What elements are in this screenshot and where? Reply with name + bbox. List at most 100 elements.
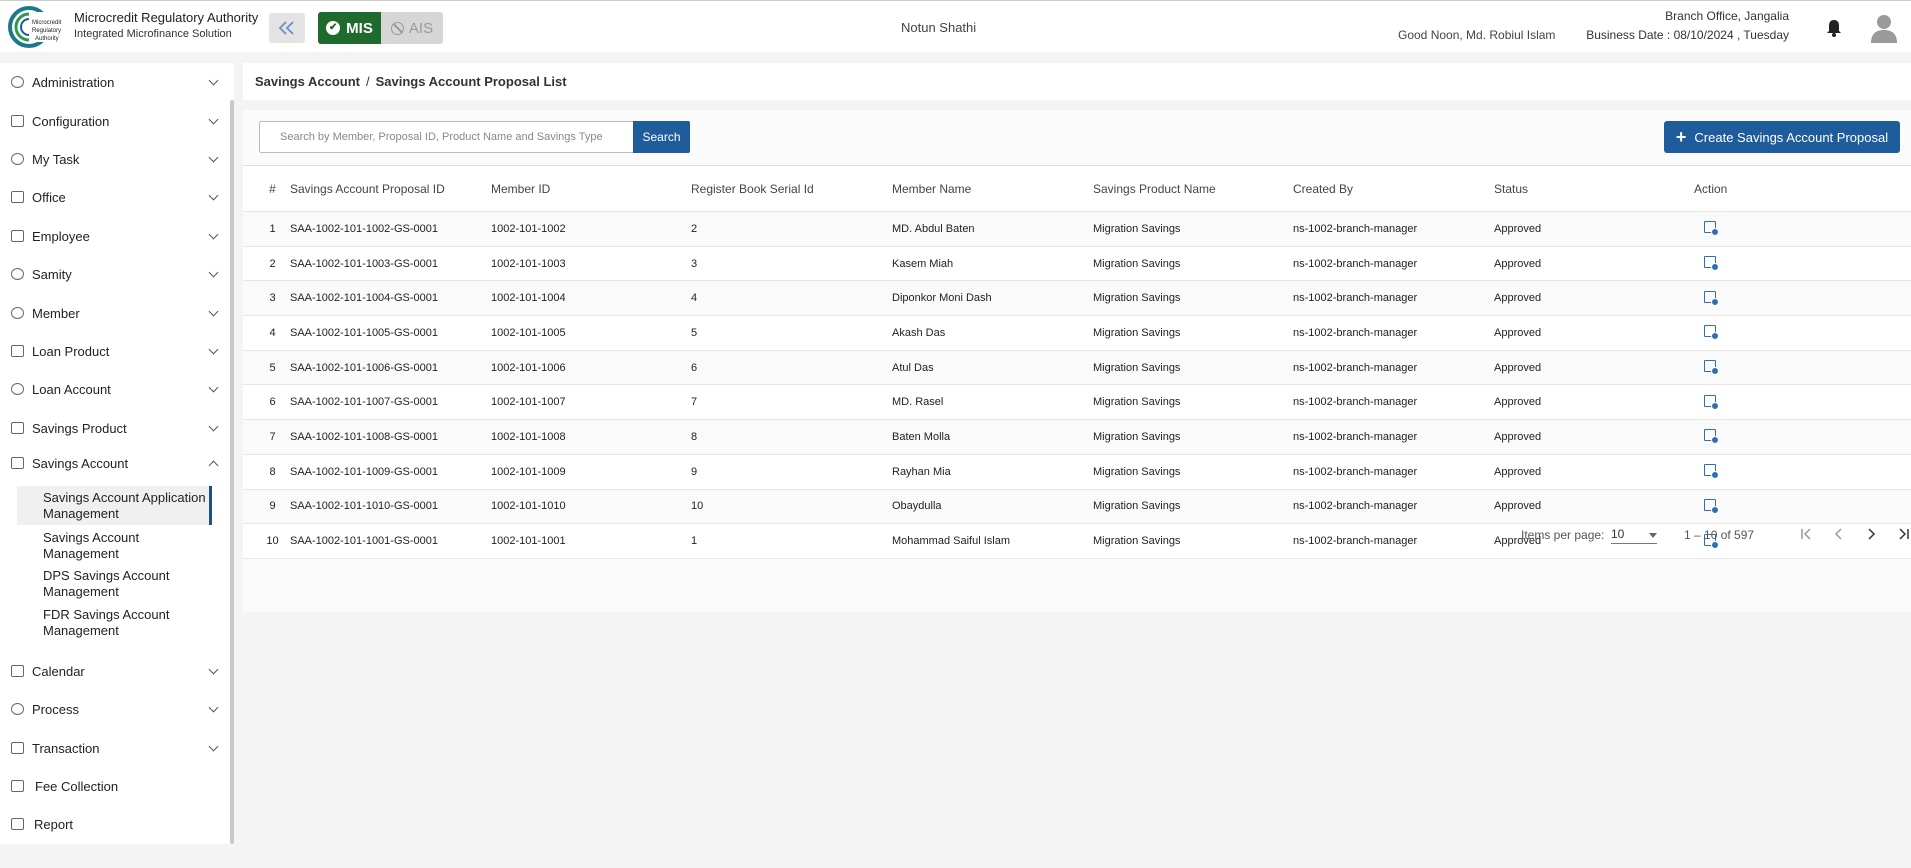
svg-text:Microcredit: Microcredit [32,20,62,26]
view-details-icon[interactable] [1704,256,1719,272]
collapse-sidebar-button[interactable] [269,13,305,43]
mode-toggle: ✔ MIS AIS [318,12,443,44]
view-details-icon[interactable] [1704,290,1719,306]
action-cell [1694,256,1794,272]
sidebar-item-label: Administration [32,74,115,90]
sidebar-item-loan-product[interactable]: Loan Product [0,336,228,366]
member-id-cell: 1002-101-1003 [491,257,566,270]
action-cell [1694,360,1794,376]
table-row: 5 SAA-1002-101-1006-GS-0001 1002-101-1006 6… [243,350,1911,386]
product-name-cell: Migration Savings [1093,326,1181,339]
next-page-button[interactable] [1859,522,1883,546]
table-row: 7 SAA-1002-101-1008-GS-0001 1002-101-1008 8… [243,420,1911,455]
view-details-icon[interactable] [1704,325,1719,341]
table-row: 6 SAA-1002-101-1007-GS-0001 1002-101-1007 7… [243,385,1911,421]
created-by-cell: ns-1002-branch-manager [1293,361,1418,374]
sidebar-item-transaction[interactable]: Transaction [0,733,228,763]
chevron-down-icon [208,741,219,751]
search-input[interactable]: Search by Member, Proposal ID, Product N… [259,121,634,153]
search-button[interactable]: Search [633,121,690,153]
mode-mis-button[interactable]: ✔ MIS [318,12,381,44]
breadcrumb-parent[interactable]: Savings Account [255,74,360,89]
created-by-cell: ns-1002-branch-manager [1293,465,1418,478]
chevron-down-icon [208,267,219,277]
member-name-cell: MD. Rasel [892,396,944,409]
first-page-button[interactable] [1795,522,1819,546]
group-icon [11,268,24,280]
sidebar-item-report[interactable]: Report [0,809,228,839]
sidebar-item-fee-collection[interactable]: Fee Collection [0,771,228,801]
org-name: Microcredit Regulatory Authority [74,10,259,25]
caret-down-icon [1649,533,1657,538]
sidebar-sub-item-fdr-management[interactable]: FDR Savings Account Management [17,605,212,639]
member-id-cell: 1002-101-1004 [491,292,566,305]
sidebar-item-member[interactable]: Member [0,298,228,328]
last-page-button[interactable] [1891,522,1911,546]
action-cell [1694,290,1794,306]
building-icon [11,191,24,203]
branch-office: Branch Office, Jangalia [1665,9,1789,23]
register-serial-cell: 7 [691,396,698,409]
sidebar-item-administration[interactable]: Administration [0,67,228,97]
user-avatar-icon[interactable] [1870,13,1898,43]
page-size-select[interactable]: 10 [1611,524,1657,544]
sidebar-item-employee[interactable]: Employee [0,221,228,251]
product-name-cell: Migration Savings [1093,222,1181,235]
view-details-icon[interactable] [1704,464,1719,480]
sidebar-item-label: Samity [32,266,72,282]
sidebar-item-samity[interactable]: Samity [0,259,228,289]
sidebar-item-label: My Task [32,151,80,167]
sidebar-sub-item-account-management[interactable]: Savings Account Management [17,528,212,562]
table-row: 1 SAA-1002-101-1002-GS-0001 1002-101-1002 2… [243,212,1911,247]
ban-icon [390,21,404,35]
sidebar-item-configuration[interactable]: Configuration [0,106,228,136]
chevron-down-icon [208,702,219,712]
sidebar-scrollbar[interactable] [230,100,234,844]
sidebar-item-savings-account[interactable]: Savings Account [0,448,228,478]
chevron-down-icon [208,114,219,124]
product-name-cell: Migration Savings [1093,430,1181,443]
status-cell: Approved [1494,465,1542,478]
mra-logo-icon: Microcredit Regulatory Authority [8,6,68,48]
chevron-down-icon [208,306,219,316]
sidebar-item-label: Fee Collection [35,778,119,794]
column-header: Member Name [892,181,972,196]
create-proposal-label: Create Savings Account Proposal [1694,129,1889,145]
sidebar-item-process[interactable]: Process [0,694,228,724]
view-details-icon[interactable] [1704,429,1719,445]
sidebar-item-loan-account[interactable]: Loan Account [0,374,228,404]
app-center-name: Notun Shathi [901,20,977,35]
view-details-icon[interactable] [1704,221,1719,237]
create-proposal-button[interactable]: + Create Savings Account Proposal [1664,121,1900,153]
product-name-cell: Migration Savings [1093,361,1181,374]
account-icon [11,383,24,395]
main-panel: Search by Member, Proposal ID, Product N… [243,110,1911,612]
sidebar-sub-item-application-management[interactable]: Savings Account Application Management [17,486,212,525]
table-row: 8 SAA-1002-101-1009-GS-0001 1002-101-1009 9… [243,455,1911,490]
row-index-cell: 3 [269,292,276,305]
sidebar-item-my-task[interactable]: My Task [0,144,228,174]
view-details-icon[interactable] [1704,394,1719,410]
sidebar-item-label: Loan Account [32,381,111,397]
top-header: Microcredit Regulatory Authority Microcr… [0,0,1911,52]
member-id-cell: 1002-101-1008 [491,430,566,443]
mode-ais-button[interactable]: AIS [381,12,443,44]
sidebar-item-savings-product[interactable]: Savings Product [0,413,228,443]
svg-text:Authority: Authority [35,36,59,42]
register-serial-cell: 5 [691,326,698,339]
employee-icon [11,230,24,242]
sidebar-item-office[interactable]: Office [0,182,228,212]
first-page-icon [1801,528,1811,540]
prev-page-button[interactable] [1827,522,1851,546]
sidebar-sub-item-dps-management[interactable]: DPS Savings Account Management [17,566,212,600]
user-greeting: Good Noon, Md. Robiul Islam [1398,28,1556,42]
chevron-down-icon [208,664,219,674]
notification-bell-icon[interactable] [1826,19,1842,37]
sidebar-item-calendar[interactable]: Calendar [0,656,228,686]
proposal-id-cell: SAA-1002-101-1005-GS-0001 [290,326,438,339]
created-by-cell: ns-1002-branch-manager [1293,396,1418,409]
business-date: Business Date : 08/10/2024 , Tuesday [1586,28,1789,42]
register-serial-cell: 4 [691,292,698,305]
view-details-icon[interactable] [1704,360,1719,376]
status-cell: Approved [1494,222,1542,235]
